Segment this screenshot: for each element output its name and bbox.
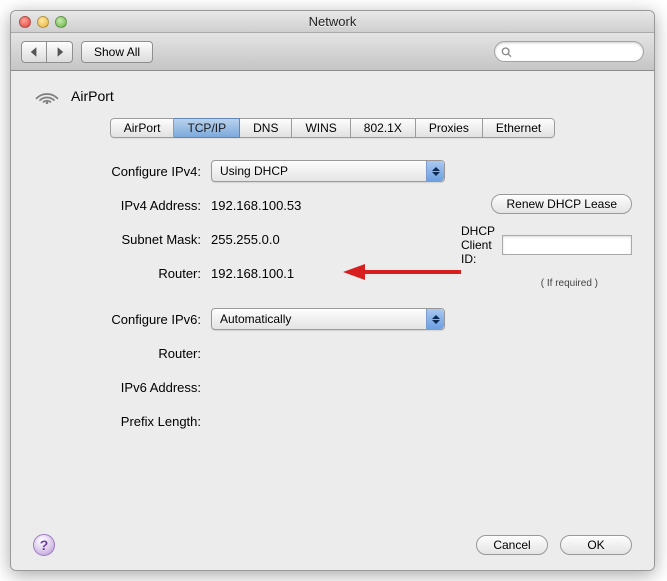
show-all-button[interactable]: Show All — [81, 41, 153, 63]
ipv4-address-value: 192.168.100.53 — [211, 198, 301, 213]
service-header: AirPort — [33, 83, 632, 108]
tab-bar: AirPort TCP/IP DNS WINS 802.1X Proxies E… — [33, 118, 632, 138]
tcpip-form: Configure IPv4: Using DHCP IPv4 Address:… — [43, 160, 632, 432]
router-value: 192.168.100.1 — [211, 266, 294, 281]
cancel-button[interactable]: Cancel — [476, 535, 548, 555]
ok-button[interactable]: OK — [560, 535, 632, 555]
subnet-mask-label: Subnet Mask: — [43, 232, 211, 247]
ipv6-address-label: IPv6 Address: — [43, 380, 211, 395]
configure-ipv4-label: Configure IPv4: — [43, 164, 211, 179]
minimize-icon[interactable] — [37, 16, 49, 28]
configure-ipv6-popup[interactable]: Automatically — [211, 308, 445, 330]
search-field[interactable] — [494, 41, 644, 62]
footer: ? Cancel OK — [33, 524, 632, 556]
tab-airport[interactable]: AirPort — [110, 118, 175, 138]
tab-wins[interactable]: WINS — [292, 118, 350, 138]
show-all-label: Show All — [94, 45, 140, 59]
configure-ipv6-value: Automatically — [220, 312, 291, 326]
configure-ipv4-popup[interactable]: Using DHCP — [211, 160, 445, 182]
network-prefs-window: Network Show All — [10, 10, 655, 571]
zoom-icon[interactable] — [55, 16, 67, 28]
close-icon[interactable] — [19, 16, 31, 28]
dhcp-client-id-input[interactable] — [502, 235, 632, 255]
back-button[interactable] — [21, 41, 47, 63]
nav-segment — [21, 41, 73, 63]
ipv4-address-label: IPv4 Address: — [43, 198, 211, 213]
router-label: Router: — [43, 266, 211, 281]
forward-button[interactable] — [47, 41, 73, 63]
tab-proxies[interactable]: Proxies — [416, 118, 483, 138]
tab-ethernet[interactable]: Ethernet — [483, 118, 555, 138]
prefix-length-label: Prefix Length: — [43, 414, 211, 429]
chevron-right-icon — [56, 47, 64, 57]
service-name: AirPort — [71, 88, 114, 104]
dhcp-client-id-label: DHCP Client ID: — [461, 224, 496, 266]
popup-arrows-icon — [426, 161, 444, 181]
router6-label: Router: — [43, 346, 211, 361]
configure-ipv4-value: Using DHCP — [220, 164, 288, 178]
tab-tcpip[interactable]: TCP/IP — [174, 118, 240, 138]
window-title: Network — [11, 14, 654, 29]
help-button[interactable]: ? — [33, 534, 55, 556]
popup-arrows-icon — [426, 309, 444, 329]
tab-dns[interactable]: DNS — [240, 118, 292, 138]
search-icon — [501, 46, 512, 58]
subnet-mask-value: 255.255.0.0 — [211, 232, 280, 247]
renew-dhcp-lease-button[interactable]: Renew DHCP Lease — [491, 194, 632, 214]
chevron-left-icon — [30, 47, 38, 57]
titlebar: Network — [11, 11, 654, 33]
tab-8021x[interactable]: 802.1X — [351, 118, 416, 138]
toolbar: Show All — [11, 33, 654, 71]
configure-ipv6-label: Configure IPv6: — [43, 312, 211, 327]
airport-icon — [33, 83, 61, 108]
annotation-arrow — [343, 264, 463, 280]
content-pane: AirPort AirPort TCP/IP DNS WINS 802.1X P… — [11, 71, 654, 570]
search-input[interactable] — [516, 44, 637, 60]
